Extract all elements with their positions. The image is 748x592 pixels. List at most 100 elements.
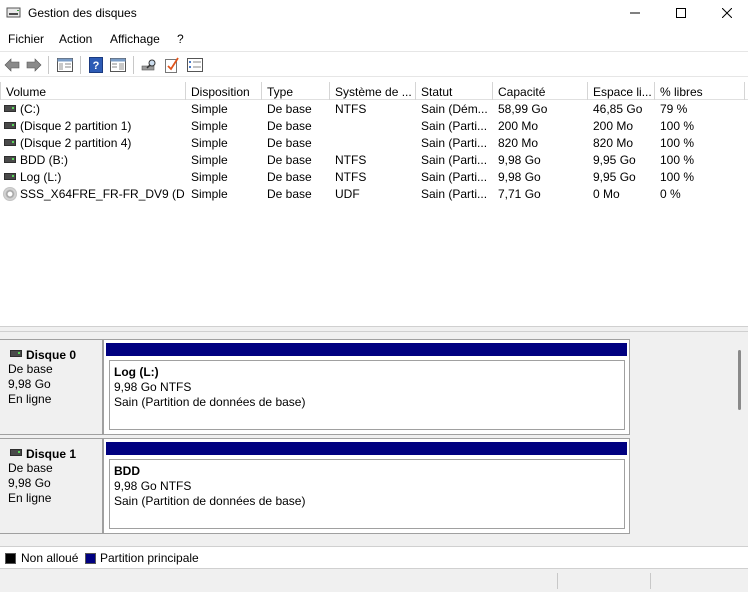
volume-icon: [4, 122, 16, 129]
close-button[interactable]: [704, 0, 748, 26]
menu-fichier[interactable]: Fichier: [8, 32, 44, 46]
partition-bdd[interactable]: BDD 9,98 Go NTFS Sain (Partition de donn…: [109, 459, 625, 529]
volume-name: (C:): [20, 102, 40, 116]
minimize-icon: [630, 12, 640, 14]
window-title: Gestion des disques: [28, 6, 137, 20]
properties-panel-icon: [110, 58, 126, 72]
disk-0-label[interactable]: Disque 0 De base 9,98 Go En ligne: [0, 339, 103, 435]
forward-button[interactable]: [24, 55, 44, 75]
volume-percent-free: 100 %: [660, 119, 695, 133]
volume-row[interactable]: (Disque 2 partition 4) Simple De base Sa…: [0, 135, 748, 152]
volume-filesystem: NTFS: [335, 170, 367, 184]
volume-capacity: 9,98 Go: [498, 153, 541, 167]
volume-icon: [4, 105, 16, 112]
volume-name: BDD (B:): [20, 153, 68, 167]
disk-list-icon: [187, 58, 203, 72]
volume-row[interactable]: (Disque 2 partition 1) Simple De base Sa…: [0, 118, 748, 135]
volume-capacity: 200 Mo: [498, 119, 539, 133]
forward-arrow-icon: [26, 58, 42, 72]
volume-type: De base: [267, 119, 312, 133]
column-header-filesystem[interactable]: Système de ...: [330, 82, 416, 100]
search-volume-button[interactable]: [139, 55, 159, 75]
column-header-volume[interactable]: Volume: [0, 82, 186, 100]
volume-type: De base: [267, 187, 312, 201]
column-header-percent-free[interactable]: % libres: [655, 82, 745, 100]
unallocated-swatch: [5, 553, 16, 564]
svg-text:?: ?: [93, 60, 100, 72]
disk-1-status: En ligne: [8, 491, 52, 505]
maximize-icon: [676, 8, 686, 18]
status-bar-separator: [557, 573, 558, 589]
volume-disposition: Simple: [191, 102, 228, 116]
title-bar: Gestion des disques: [0, 0, 748, 27]
volume-free-space: 0 Mo: [593, 187, 620, 201]
column-header-type[interactable]: Type: [262, 82, 330, 100]
volume-name: SSS_X64FRE_FR-FR_DV9 (D:): [20, 187, 185, 201]
column-header-disposition[interactable]: Disposition: [186, 82, 262, 100]
disk-icon: [10, 449, 22, 456]
volume-percent-free: 0 %: [660, 187, 681, 201]
volume-row[interactable]: Log (L:) Simple De base NTFS Sain (Parti…: [0, 169, 748, 186]
volume-filesystem: NTFS: [335, 153, 367, 167]
partition-size-fs: 9,98 Go NTFS: [114, 479, 192, 493]
checklist-button[interactable]: [162, 55, 182, 75]
disk-management-icon: [6, 7, 21, 18]
menu-affichage[interactable]: Affichage: [110, 32, 160, 46]
cd-rom-icon: [3, 187, 17, 201]
volume-name: (Disque 2 partition 1): [20, 119, 132, 133]
back-button[interactable]: [2, 55, 22, 75]
volume-free-space: 46,85 Go: [593, 102, 643, 116]
volume-list-header: Volume Disposition Type Système de ... S…: [0, 82, 748, 100]
volume-row[interactable]: BDD (B:) Simple De base NTFS Sain (Parti…: [0, 152, 748, 169]
volume-name: (Disque 2 partition 4): [20, 136, 132, 150]
disk-1-type: De base: [8, 461, 53, 475]
search-volume-icon: [141, 59, 156, 71]
column-header-capacity[interactable]: Capacité: [493, 82, 588, 100]
volume-name: Log (L:): [20, 170, 62, 184]
disk-0-status: En ligne: [8, 392, 52, 406]
volume-row[interactable]: (C:) Simple De base NTFS Sain (Dém... 58…: [0, 101, 748, 118]
partition-name: BDD: [114, 464, 140, 478]
volume-status: Sain (Parti...: [421, 119, 488, 133]
toolbar-separator: [80, 56, 81, 74]
close-icon: [722, 8, 732, 18]
vertical-scrollbar-thumb[interactable]: [738, 350, 741, 410]
menu-action[interactable]: Action: [59, 32, 92, 46]
properties-panel-button[interactable]: [108, 55, 128, 75]
disk-1-name: Disque 1: [26, 447, 77, 461]
help-icon: ?: [89, 57, 103, 73]
maximize-button[interactable]: [658, 0, 704, 26]
volume-list: Volume Disposition Type Système de ... S…: [0, 82, 748, 326]
volume-icon: [4, 173, 16, 180]
disk-0-name-row: Disque 0: [8, 348, 102, 362]
help-button[interactable]: ?: [86, 55, 106, 75]
volume-status: Sain (Parti...: [421, 170, 488, 184]
volume-type: De base: [267, 170, 312, 184]
volume-free-space: 9,95 Go: [593, 153, 636, 167]
volume-row[interactable]: SSS_X64FRE_FR-FR_DV9 (D:) Simple De base…: [0, 186, 748, 203]
volume-free-space: 820 Mo: [593, 136, 634, 150]
partition-status: Sain (Partition de données de base): [114, 395, 306, 409]
volume-icon: [4, 156, 16, 163]
volume-status: Sain (Parti...: [421, 136, 488, 150]
checklist-icon: [165, 57, 179, 73]
column-header-status[interactable]: Statut: [416, 82, 493, 100]
console-tree-icon: [57, 58, 73, 72]
partition-log[interactable]: Log (L:) 9,98 Go NTFS Sain (Partition de…: [109, 360, 625, 430]
partition-status: Sain (Partition de données de base): [114, 494, 306, 508]
disk-graphical-view: Disque 0 De base 9,98 Go En ligne Log (L…: [0, 332, 748, 546]
volume-free-space: 9,95 Go: [593, 170, 636, 184]
volume-capacity: 9,98 Go: [498, 170, 541, 184]
legend: Non alloué Partition principale: [0, 546, 748, 568]
disk-list-button[interactable]: [185, 55, 205, 75]
minimize-button[interactable]: [612, 0, 658, 26]
volume-capacity: 820 Mo: [498, 136, 539, 150]
menu-help[interactable]: ?: [177, 32, 184, 46]
console-tree-button[interactable]: [55, 55, 75, 75]
volume-percent-free: 100 %: [660, 136, 695, 150]
column-header-free-space[interactable]: Espace li...: [588, 82, 655, 100]
primary-partition-bar: [106, 343, 627, 356]
back-arrow-icon: [4, 58, 20, 72]
volume-status: Sain (Parti...: [421, 187, 488, 201]
disk-1-label[interactable]: Disque 1 De base 9,98 Go En ligne: [0, 438, 103, 534]
